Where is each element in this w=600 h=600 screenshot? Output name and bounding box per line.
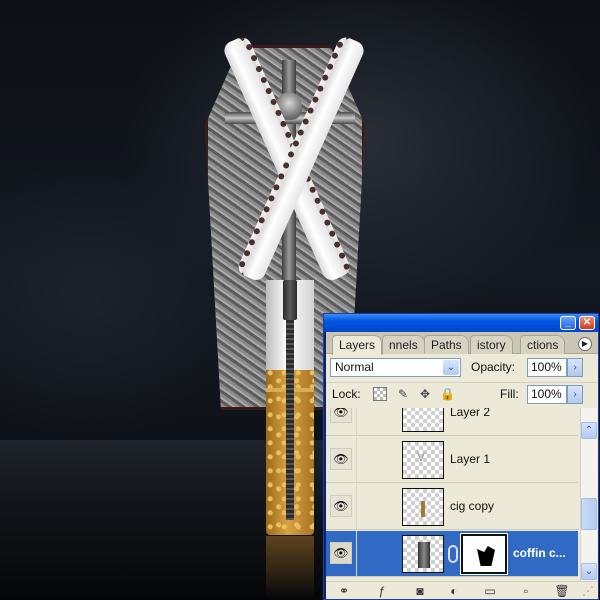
new-layer-icon[interactable]: ▫ xyxy=(518,584,534,598)
layer-name: Layer 1 xyxy=(450,452,491,466)
zipper-pull xyxy=(283,280,297,320)
chevron-down-icon[interactable]: ⌄ xyxy=(443,360,459,375)
palette-menu-button[interactable]: ▶ xyxy=(578,337,592,351)
chevron-up-icon: ⌃ xyxy=(584,425,594,436)
lock-brush-icon[interactable]: ✎ xyxy=(396,387,410,401)
tab-label: istory xyxy=(477,338,506,352)
chevron-down-icon: ⌄ xyxy=(584,566,594,577)
divider xyxy=(356,408,357,436)
opacity-slider-button[interactable]: › xyxy=(567,358,583,377)
close-button[interactable]: ✕ xyxy=(579,316,595,330)
layer-row[interactable]: 👁 cig copy xyxy=(326,484,578,530)
link-chain-icon[interactable] xyxy=(448,545,458,563)
opacity-label: Opacity: xyxy=(471,360,516,374)
layer-name: Layer 2 xyxy=(450,408,491,419)
layer-style-icon[interactable]: ƒ xyxy=(374,584,390,598)
tab-label: Layers xyxy=(339,338,376,352)
blend-opacity-row: Normal ⌄ Opacity: 100% › xyxy=(326,356,598,380)
blend-mode-select[interactable]: Normal ⌄ xyxy=(330,358,461,377)
thumbnail-cigarette xyxy=(421,501,425,517)
tab-channels[interactable]: nnels xyxy=(382,335,425,354)
adjustment-layer-icon[interactable]: ◐ xyxy=(446,584,462,598)
layer-name: cig copy xyxy=(450,499,495,513)
scroll-up-button[interactable]: ⌃ xyxy=(581,422,597,439)
layer-name: coffin c... xyxy=(513,546,566,560)
tab-actions[interactable]: ctions xyxy=(520,335,566,354)
palette-tabs: ctions istory Paths nnels Layers ▶ xyxy=(326,332,598,355)
eye-icon[interactable]: 👁 xyxy=(330,542,352,564)
layer-row-selected[interactable]: 👁 coffin c... xyxy=(326,531,578,577)
link-layers-icon[interactable]: ⚭ xyxy=(336,584,352,598)
lock-transparency-icon[interactable] xyxy=(373,387,387,401)
divider xyxy=(356,531,357,577)
layer-thumbnail xyxy=(402,488,444,526)
trash-icon[interactable]: 🗑 xyxy=(554,584,570,598)
add-mask-icon[interactable]: ◙ xyxy=(412,584,428,598)
layer-row[interactable]: 👁 V Layer 1 xyxy=(326,437,578,483)
mask-shape xyxy=(477,546,495,566)
tab-layers[interactable]: Layers xyxy=(332,335,383,355)
scroll-down-button[interactable]: ⌄ xyxy=(581,563,597,580)
fill-label: Fill: xyxy=(500,387,519,401)
palette-footer: ⚭ ƒ ◙ ◐ ▭ ▫ 🗑 ⋰ xyxy=(326,581,598,599)
divider xyxy=(356,437,357,483)
chevron-right-icon: › xyxy=(573,362,577,373)
palette-titlebar[interactable]: _ ✕ xyxy=(324,314,598,332)
tab-history[interactable]: istory xyxy=(470,335,513,354)
minimize-button[interactable]: _ xyxy=(560,316,576,330)
thumbnail-v-shape: V xyxy=(417,450,426,464)
layers-scrollbar[interactable]: ⌃ ⌄ xyxy=(580,408,597,581)
fill-input[interactable]: 100% xyxy=(527,385,567,404)
fill-slider-button[interactable]: › xyxy=(567,385,583,404)
scrollbar-thumb[interactable] xyxy=(581,498,597,530)
palette-body: ctions istory Paths nnels Layers ▶ Norma… xyxy=(326,332,598,599)
tab-paths[interactable]: Paths xyxy=(424,335,469,354)
minimize-icon: _ xyxy=(565,317,571,328)
new-group-icon[interactable]: ▭ xyxy=(482,584,498,598)
eye-icon[interactable]: 👁 xyxy=(330,448,352,470)
chevron-right-icon: › xyxy=(573,389,577,400)
lock-label: Lock: xyxy=(332,387,361,401)
play-arrow-icon: ▶ xyxy=(581,339,589,348)
layers-palette: _ ✕ ctions istory Paths nnels Layers ▶ N… xyxy=(323,313,599,600)
layer-row[interactable]: 👁 Layer 2 xyxy=(326,408,578,436)
layer-thumbnail xyxy=(402,408,444,432)
resize-grip-icon[interactable]: ⋰ xyxy=(580,584,596,598)
eye-icon[interactable]: 👁 xyxy=(330,408,352,423)
layers-list: 👁 Layer 2 👁 V Layer 1 👁 cig copy 👁 coffi… xyxy=(326,408,578,581)
layer-thumbnail xyxy=(402,535,444,573)
thumbnail-coffin xyxy=(418,542,430,568)
divider xyxy=(356,484,357,530)
tab-label: nnels xyxy=(389,338,418,352)
lock-fill-row: Lock: ✎ ✥ 🔒 Fill: 100% › xyxy=(326,382,598,406)
lock-move-icon[interactable]: ✥ xyxy=(418,387,432,401)
tab-label: ctions xyxy=(527,338,559,352)
blend-mode-value: Normal xyxy=(335,360,374,374)
close-icon: ✕ xyxy=(582,317,592,328)
layer-mask-thumbnail[interactable] xyxy=(460,533,508,575)
eye-icon[interactable]: 👁 xyxy=(330,495,352,517)
opacity-input[interactable]: 100% xyxy=(527,358,567,377)
tab-label: Paths xyxy=(431,338,462,352)
layer-thumbnail: V xyxy=(402,441,444,479)
lock-all-icon[interactable]: 🔒 xyxy=(440,387,455,401)
cigarette-reflection xyxy=(266,536,314,600)
